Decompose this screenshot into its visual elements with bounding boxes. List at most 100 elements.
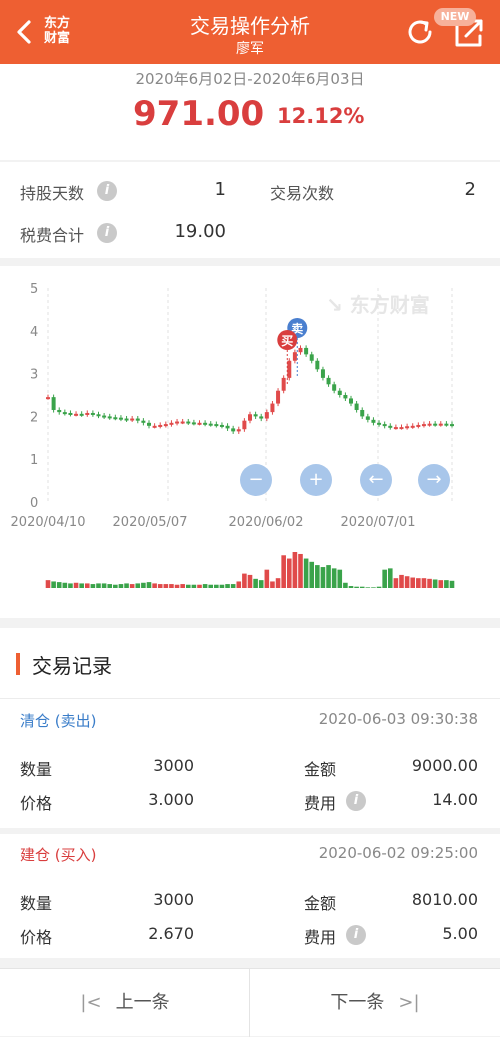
- fee-label: 费用: [304, 794, 337, 813]
- info-icon[interactable]: i: [97, 223, 117, 243]
- candle-body: [281, 377, 286, 391]
- candle-body: [360, 409, 365, 417]
- candle-body: [393, 427, 398, 430]
- volume-bar: [214, 584, 219, 588]
- info-icon[interactable]: i: [346, 925, 366, 945]
- candle-body: [242, 420, 247, 430]
- candle-body: [365, 416, 370, 420]
- candle-body: [169, 422, 174, 425]
- candle-body: [57, 409, 62, 413]
- volume-bar: [174, 584, 180, 588]
- divider: [0, 828, 500, 834]
- candle-body: [337, 390, 342, 395]
- zoom-in-icon[interactable]: +: [300, 464, 332, 496]
- candle-body: [309, 354, 314, 361]
- records-header: 交易记录: [0, 628, 500, 698]
- candle-body: [416, 424, 421, 427]
- record-time: 2020-06-03 09:30:38: [318, 710, 478, 728]
- volume-bar: [185, 584, 191, 588]
- prev-button[interactable]: |< 上一条: [0, 969, 250, 1037]
- volume-bar: [135, 583, 141, 588]
- volume-bar: [146, 582, 152, 588]
- candle-body: [253, 414, 258, 417]
- records-title: 交易记录: [32, 654, 112, 678]
- volume-bar: [376, 586, 382, 588]
- candle-body: [298, 347, 303, 353]
- qty-value: 3000: [153, 890, 194, 909]
- x-tick-label: 2020/07/01: [341, 515, 416, 530]
- candle-body: [292, 352, 297, 361]
- volume-bar: [399, 574, 404, 588]
- x-tick-label: 2020/05/07: [113, 515, 188, 530]
- volume-bar: [410, 577, 416, 588]
- next-button[interactable]: 下一条 >|: [250, 969, 500, 1037]
- volume-bar: [365, 587, 371, 588]
- volume-bar: [45, 580, 51, 588]
- volume-bar: [225, 584, 230, 588]
- volume-bar: [393, 578, 399, 588]
- volume-bar: [107, 584, 113, 588]
- price-value: 3.000: [148, 790, 194, 809]
- candle-body: [427, 423, 432, 426]
- candle-body: [259, 416, 264, 419]
- volume-bar: [129, 584, 135, 588]
- volume-bar: [253, 578, 258, 588]
- volume-bar: [118, 584, 124, 588]
- volume-bar: [337, 569, 343, 588]
- accent-bar: [16, 653, 20, 675]
- new-badge: NEW: [434, 8, 476, 26]
- volume-bar: [163, 584, 169, 588]
- volume-bar: [124, 583, 129, 588]
- volume-bar: [258, 580, 264, 588]
- candle-body: [197, 422, 202, 425]
- candle-body: [141, 420, 146, 423]
- volume-bar: [371, 587, 376, 588]
- candle-body: [180, 421, 185, 424]
- amount-value: 9000.00: [411, 756, 478, 775]
- candle-body: [332, 384, 337, 391]
- kline-chart[interactable]: ↘ 东方财富5432102020/04/10 2020/05/07 2020/06/…: [0, 266, 500, 618]
- amount-label: 金额: [304, 894, 337, 913]
- volume-bar: [230, 584, 236, 588]
- qty-label: 数量: [20, 894, 53, 913]
- candle-body: [264, 412, 269, 419]
- candle-body: [203, 422, 208, 425]
- refresh-icon[interactable]: [404, 16, 436, 48]
- volume-bar: [309, 561, 315, 588]
- candle-body: [62, 412, 67, 415]
- candle-body: [304, 347, 309, 355]
- candle-body: [191, 422, 196, 425]
- candle-body: [382, 424, 387, 427]
- pan-left-icon[interactable]: ←: [360, 464, 392, 496]
- volume-bar: [315, 565, 320, 588]
- candle-body: [74, 413, 79, 416]
- fee-value: 14.00: [432, 790, 478, 809]
- candle-body: [135, 418, 140, 421]
- info-icon[interactable]: i: [97, 181, 117, 201]
- y-tick-label: 4: [30, 325, 38, 340]
- volume-bar: [236, 581, 242, 588]
- profit-amount: 971.00: [133, 94, 265, 134]
- candle-body: [287, 360, 292, 378]
- candle-body: [433, 423, 438, 426]
- zoom-out-icon[interactable]: −: [240, 464, 272, 496]
- volume-bar: [157, 584, 163, 588]
- buy-marker-label: 买: [281, 334, 293, 348]
- volume-bar: [298, 553, 303, 588]
- trade-count-label: 交易次数: [270, 184, 335, 203]
- candle-body: [388, 425, 393, 428]
- volume-bar: [449, 580, 455, 588]
- volume-bar: [62, 582, 68, 588]
- record-type: 清仓 (卖出): [20, 712, 97, 730]
- candle-body: [158, 424, 163, 427]
- volume-bar: [208, 584, 214, 588]
- candle-body: [438, 423, 443, 426]
- volume-bar: [96, 583, 101, 588]
- hold-days-label: 持股天数: [20, 184, 85, 203]
- volume-bar: [432, 579, 438, 588]
- info-icon[interactable]: i: [346, 791, 366, 811]
- volume-bar: [180, 584, 185, 588]
- trade-records: 交易记录 清仓 (卖出) 2020-06-03 09:30:38 数量 3000…: [0, 628, 500, 958]
- volume-bar: [416, 578, 421, 588]
- pan-right-icon[interactable]: →: [418, 464, 450, 496]
